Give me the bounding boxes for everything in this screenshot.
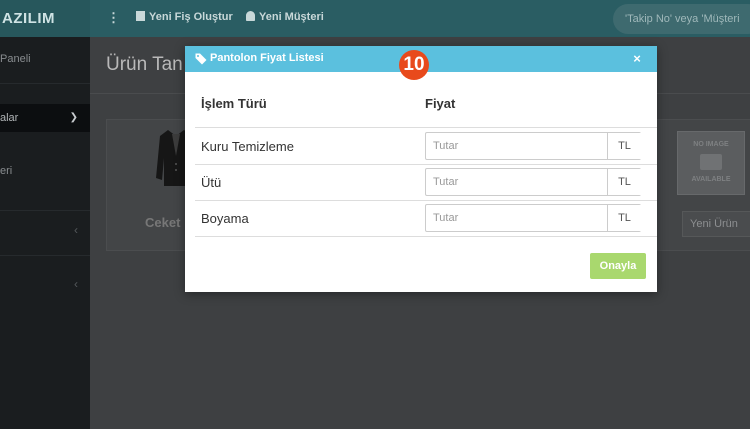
- sidebar-divider: [0, 83, 90, 84]
- price-input-dry-cleaning[interactable]: [426, 133, 606, 159]
- row-divider: [195, 236, 657, 237]
- currency-addon: TL: [607, 133, 641, 159]
- brand-logo[interactable]: AZILIM: [0, 0, 90, 37]
- no-image-placeholder[interactable]: NO IMAGE AVAILABLE: [677, 131, 745, 195]
- close-icon[interactable]: ×: [629, 50, 645, 68]
- row-label-ironing: Ütü: [201, 175, 222, 190]
- sidebar-item-label: alar: [0, 112, 19, 124]
- image-icon: [700, 154, 722, 170]
- price-input-group: TL: [425, 168, 641, 196]
- column-header-price: Fiyat: [425, 96, 456, 111]
- tracking-search-input[interactable]: 'Takip No' veya 'Müşteri: [613, 4, 750, 34]
- sidebar-item-alar[interactable]: alar ❯: [0, 104, 90, 132]
- step-number-badge: 10: [399, 50, 429, 80]
- sidebar-item-panel[interactable]: Paneli: [0, 53, 90, 65]
- column-header-operation: İşlem Türü: [201, 96, 267, 111]
- price-input-group: TL: [425, 204, 641, 232]
- chevron-left-icon[interactable]: ‹: [74, 277, 78, 291]
- price-list-modal: Pantolon Fiyat Listesi × 10 İşlem Türü F…: [185, 46, 657, 292]
- row-divider: [195, 127, 657, 128]
- sidebar-item-eri[interactable]: eri: [0, 165, 90, 177]
- row-label-dry-cleaning: Kuru Temizleme: [201, 139, 294, 154]
- new-customer-link[interactable]: Yeni Müşteri: [246, 11, 324, 23]
- price-input-group: TL: [425, 132, 641, 160]
- user-icon: [246, 11, 255, 21]
- sidebar-divider: [0, 210, 90, 211]
- currency-addon: TL: [607, 205, 641, 231]
- top-navbar: AZILIM ⋮ Yeni Fiş Oluştur Yeni Müşteri '…: [0, 0, 750, 37]
- tags-icon: [195, 53, 207, 65]
- chevron-down-icon: ❯: [69, 112, 78, 123]
- file-icon: [136, 11, 145, 21]
- no-image-text: NO IMAGE: [693, 141, 729, 148]
- new-customer-label: Yeni Müşteri: [259, 11, 324, 23]
- new-receipt-link[interactable]: Yeni Fiş Oluştur: [136, 11, 233, 23]
- row-label-dyeing: Boyama: [201, 211, 249, 226]
- row-divider: [195, 200, 657, 201]
- price-input-dyeing[interactable]: [426, 205, 606, 231]
- new-receipt-label: Yeni Fiş Oluştur: [149, 11, 233, 23]
- chevron-left-icon[interactable]: ‹: [74, 223, 78, 237]
- price-input-ironing[interactable]: [426, 169, 606, 195]
- available-text: AVAILABLE: [691, 176, 731, 183]
- sidebar: Paneli alar ❯ eri ‹ ‹: [0, 37, 90, 429]
- page-title: Ürün Tan: [106, 54, 183, 75]
- row-divider: [195, 164, 657, 165]
- new-product-button[interactable]: Yeni Ürün: [682, 211, 750, 237]
- product-label: Ceket: [145, 215, 181, 230]
- sidebar-divider: [0, 255, 90, 256]
- currency-addon: TL: [607, 169, 641, 195]
- vertical-dots-icon[interactable]: ⋮: [107, 10, 120, 26]
- modal-title: Pantolon Fiyat Listesi: [210, 52, 324, 64]
- confirm-button[interactable]: Onayla: [590, 253, 646, 279]
